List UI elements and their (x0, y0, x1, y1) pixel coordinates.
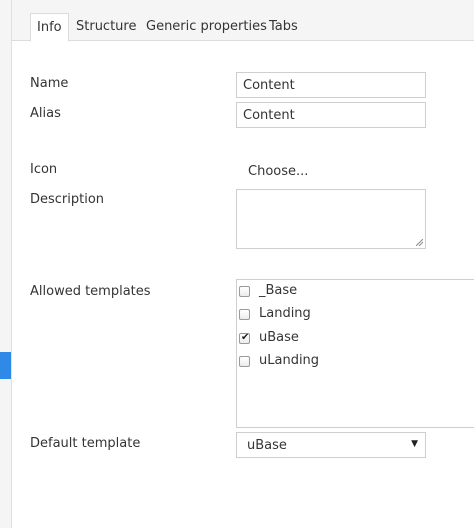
template-label: _Base (259, 283, 298, 298)
tab-structure[interactable]: Structure (76, 13, 136, 41)
tab-tabs[interactable]: Tabs (269, 13, 298, 41)
checkbox[interactable] (239, 309, 250, 320)
allowed-templates-list[interactable]: _Base Landing ✔ uBase uLanding (236, 279, 474, 428)
checkbox[interactable] (239, 356, 250, 367)
template-item-ubase[interactable]: ✔ uBase (237, 330, 437, 350)
name-label: Name (30, 76, 69, 91)
choose-icon-link[interactable]: Choose... (248, 164, 308, 179)
template-item-landing[interactable]: Landing (237, 306, 437, 326)
left-rail (0, 0, 12, 528)
template-item-base[interactable]: _Base (237, 283, 437, 303)
alias-input[interactable] (236, 102, 426, 128)
template-label: uBase (259, 330, 299, 345)
active-section-marker (0, 352, 11, 379)
checkmark-icon: ✔ (241, 332, 250, 343)
select-value: uBase (247, 438, 287, 453)
alias-label: Alias (30, 106, 61, 121)
tab-info[interactable]: Info (30, 13, 69, 42)
checkbox-checked[interactable]: ✔ (239, 332, 250, 344)
default-template-label: Default template (30, 436, 141, 451)
template-item-ulanding[interactable]: uLanding (237, 353, 437, 373)
template-label: uLanding (259, 353, 320, 368)
tab-generic-properties[interactable]: Generic properties (146, 13, 267, 41)
default-template-select[interactable]: uBase ▼ (236, 432, 426, 458)
description-textarea[interactable] (236, 189, 426, 249)
name-input[interactable] (236, 72, 426, 98)
resize-grip-icon[interactable] (416, 239, 423, 246)
description-label: Description (30, 192, 105, 207)
icon-label: Icon (30, 162, 58, 177)
tab-bar: Info Structure Generic properties Tabs (12, 0, 474, 42)
template-label: Landing (259, 306, 311, 321)
dropdown-arrow-icon: ▼ (411, 439, 418, 449)
allowed-templates-label: Allowed templates (30, 284, 151, 299)
checkbox[interactable] (239, 286, 250, 297)
